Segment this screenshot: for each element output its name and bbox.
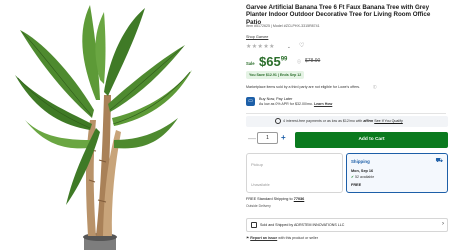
flag-icon: ⚑: [246, 236, 250, 240]
report-issue-link[interactable]: Report an issue: [250, 236, 277, 240]
quantity-increase-button[interactable]: +: [281, 133, 286, 142]
free-shipping-text: FREE Standard Shipping to: [246, 197, 293, 201]
price-dollars: $65: [259, 54, 281, 69]
seller-text: Sold and Shipped by ADRSTEM INNOVATIONS …: [260, 223, 345, 227]
heart-icon[interactable]: ♡: [299, 42, 304, 49]
truck-icon: ⛟: [435, 158, 443, 164]
info-icon[interactable]: ⓘ: [373, 85, 377, 90]
credit-card-icon: ▭: [246, 97, 255, 106]
was-price: $78.90: [305, 58, 321, 64]
zip-code-link[interactable]: 77036: [294, 197, 305, 201]
check-icon: ✔: [351, 175, 355, 179]
pickup-option[interactable]: Pickup Unavailable: [246, 153, 343, 193]
store-icon: [251, 222, 257, 228]
info-icon[interactable]: ⓘ: [297, 59, 301, 65]
report-suffix: with this product or seller: [278, 236, 318, 240]
report-issue: ⚑ Report an issue with this product or s…: [246, 236, 318, 240]
product-details: Garvee Artificial Banana Tree 6 Ft Faux …: [246, 0, 450, 250]
free-standard-shipping: FREE Standard Shipping to 77036: [246, 197, 304, 201]
quantity-input[interactable]: 1: [257, 132, 278, 144]
chevron-down-icon[interactable]: ⌄: [287, 44, 291, 50]
banana-tree-image: [15, 5, 192, 250]
availability-count: 52 available: [355, 175, 375, 179]
clock-icon: [275, 118, 281, 124]
sale-label: Sale: [246, 61, 255, 66]
buy-now-pay-later: ▭ Buy Now, Pay Later As low as 0% APR fo…: [246, 96, 436, 110]
shipping-availability: ✔ 52 available: [351, 175, 374, 179]
bnpl-terms: As low as 0% APR for $32.00/mo. Learn Ho…: [259, 102, 332, 106]
chevron-right-icon: ›: [442, 221, 444, 227]
pickup-status: Unavailable: [251, 183, 270, 187]
marketplace-notice: Marketplace items sold by a third party …: [246, 85, 361, 89]
item-model-number: Item #5172625 | Model #ZCLPHX-3315R8741: [246, 24, 320, 28]
shipping-date: Mon, Sep 16: [351, 169, 374, 173]
savings-badge: You Save $12.91 | Ends Sep 12: [246, 71, 305, 79]
see-if-you-qualify-link[interactable]: See If You Qualify: [374, 119, 403, 123]
outside-delivery: Outside Delivery: [246, 204, 271, 208]
sale-price: $6599: [259, 54, 287, 69]
quantity-decrease-button[interactable]: —: [248, 134, 256, 143]
affirm-banner: 4 interest-free payments or as low as $1…: [246, 116, 448, 127]
learn-how-link[interactable]: Learn How: [314, 102, 332, 106]
shipping-cost: FREE: [351, 183, 362, 187]
shipping-option[interactable]: Shipping ⛟ Mon, Sep 16 ✔ 52 available FR…: [346, 153, 448, 193]
price-cents: 99: [280, 56, 288, 63]
rating-stars[interactable]: ★★★★★: [246, 43, 275, 50]
pickup-title: Pickup: [251, 162, 264, 167]
shop-brand-link[interactable]: Shop Garvee: [246, 35, 268, 39]
bnpl-terms-text: As low as 0% APR for $32.00/mo.: [259, 102, 313, 106]
add-to-cart-button[interactable]: Add to Cart: [295, 132, 448, 148]
shipping-title: Shipping: [351, 159, 370, 164]
product-title: Garvee Artificial Banana Tree 6 Ft Faux …: [246, 4, 431, 26]
affirm-text: 4 interest-free payments or as low as $1…: [283, 119, 403, 123]
seller-info[interactable]: Sold and Shipped by ADRSTEM INNOVATIONS …: [246, 218, 448, 232]
product-image[interactable]: [0, 0, 238, 250]
divider: [246, 113, 446, 114]
bnpl-heading: Buy Now, Pay Later: [259, 97, 293, 101]
affirm-logo: affirm: [363, 119, 374, 123]
affirm-message: 4 interest-free payments or as low as $1…: [283, 119, 363, 123]
